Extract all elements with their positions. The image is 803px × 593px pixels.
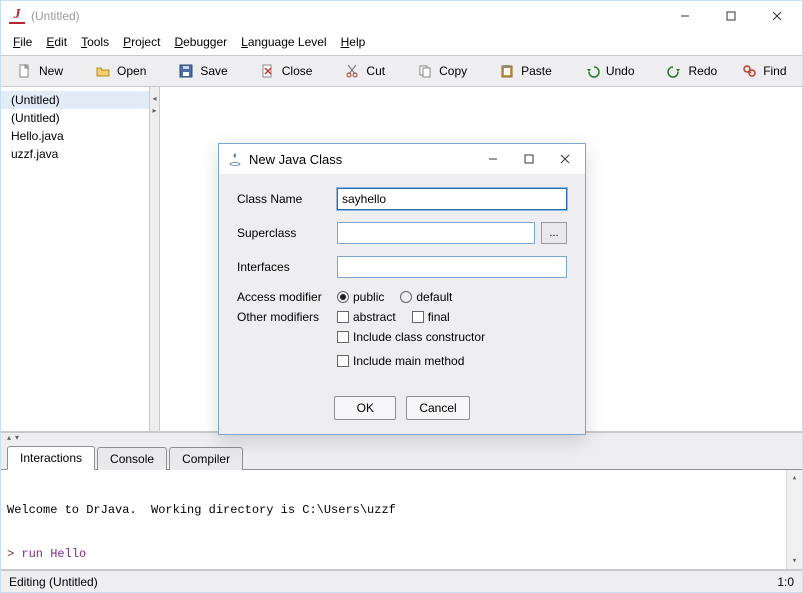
undo-icon	[584, 63, 600, 79]
toolbar-find-button[interactable]: Find	[731, 60, 796, 82]
toolbar-paste-button[interactable]: Paste	[489, 60, 562, 82]
menu-debugger[interactable]: Debugger	[168, 33, 233, 51]
dialog-footer: OK Cancel	[219, 388, 585, 434]
label-class-name: Class Name	[237, 192, 337, 206]
console-line: Welcome to DrJava. Working directory is …	[7, 502, 796, 518]
file-item[interactable]: (Untitled)	[1, 91, 149, 109]
splitter-up-icon: ▴	[7, 434, 11, 442]
toolbar-close-label: Close	[282, 64, 313, 78]
check-abstract[interactable]: abstract	[337, 310, 396, 324]
menu-file[interactable]: File	[7, 33, 38, 51]
menu-help[interactable]: Help	[335, 33, 372, 51]
splitter-left-icon: ◂	[152, 95, 156, 103]
dialog-close-button[interactable]	[547, 145, 583, 173]
dialog-title: New Java Class	[249, 152, 342, 167]
redo-icon	[667, 63, 683, 79]
java-icon	[227, 151, 243, 167]
label-access-modifier: Access modifier	[237, 290, 337, 304]
label-superclass: Superclass	[237, 226, 337, 240]
label-other-modifiers: Other modifiers	[237, 310, 337, 324]
close-file-icon	[260, 63, 276, 79]
statusbar: Editing (Untitled) 1:0	[1, 570, 802, 592]
tab-interactions[interactable]: Interactions	[7, 446, 95, 470]
toolbar-save-button[interactable]: Save	[168, 60, 237, 82]
tabbar: Interactions Console Compiler	[1, 442, 802, 470]
drjava-app-icon: J	[9, 8, 25, 24]
find-icon	[741, 63, 757, 79]
toolbar-undo-label: Undo	[606, 64, 635, 78]
input-interfaces[interactable]	[337, 256, 567, 278]
toolbar-copy-label: Copy	[439, 64, 467, 78]
toolbar-find-label: Find	[763, 64, 786, 78]
check-include-constructor[interactable]: Include class constructor	[337, 330, 485, 344]
vertical-splitter[interactable]: ◂ ▸	[150, 87, 160, 431]
interactions-console[interactable]: Welcome to DrJava. Working directory is …	[1, 470, 802, 570]
new-file-icon	[17, 63, 33, 79]
browse-superclass-button[interactable]: ...	[541, 222, 567, 244]
menu-language-level[interactable]: Language Level	[235, 33, 332, 51]
copy-icon	[417, 63, 433, 79]
open-folder-icon	[95, 63, 111, 79]
new-java-class-dialog: New Java Class Class Name Superclass ...…	[218, 143, 586, 435]
splitter-down-icon: ▾	[15, 434, 19, 442]
window-close-button[interactable]	[754, 1, 800, 31]
check-final[interactable]: final	[412, 310, 450, 324]
toolbar-undo-button[interactable]: Undo	[574, 60, 645, 82]
toolbar-redo-label: Redo	[689, 64, 718, 78]
bottom-panel: ▴ ▾ Interactions Console Compiler Welcom…	[1, 432, 802, 592]
dialog-titlebar: New Java Class	[219, 144, 585, 174]
toolbar-cut-label: Cut	[366, 64, 385, 78]
radio-public[interactable]: public	[337, 290, 384, 304]
input-superclass[interactable]	[337, 222, 535, 244]
toolbar-copy-button[interactable]: Copy	[407, 60, 477, 82]
cut-icon	[344, 63, 360, 79]
dialog-minimize-button[interactable]	[475, 145, 511, 173]
toolbar-cut-button[interactable]: Cut	[334, 60, 395, 82]
paste-icon	[499, 63, 515, 79]
status-cursor-pos: 1:0	[777, 575, 794, 589]
file-item[interactable]: Hello.java	[1, 127, 149, 145]
toolbar-close-button[interactable]: Close	[250, 60, 323, 82]
file-item[interactable]: uzzf.java	[1, 145, 149, 163]
dialog-body: Class Name Superclass ... Interfaces Acc…	[219, 174, 585, 388]
toolbar-save-label: Save	[200, 64, 227, 78]
window-title: (Untitled)	[31, 9, 80, 23]
toolbar-redo-button[interactable]: Redo	[657, 60, 728, 82]
titlebar: J (Untitled)	[1, 1, 802, 31]
menubar: File Edit Tools Project Debugger Languag…	[1, 31, 802, 55]
toolbar-open-button[interactable]: Open	[85, 60, 156, 82]
menu-project[interactable]: Project	[117, 33, 166, 51]
toolbar-new-button[interactable]: New	[7, 60, 73, 82]
toolbar: New Open Save Close Cut Copy Pas	[1, 55, 802, 87]
toolbar-new-label: New	[39, 64, 63, 78]
splitter-right-icon: ▸	[152, 107, 156, 115]
window-maximize-button[interactable]	[708, 1, 754, 31]
scroll-down-icon[interactable]: ▾	[787, 553, 803, 569]
menu-tools[interactable]: Tools	[75, 33, 115, 51]
console-line: > run Hello	[7, 546, 796, 562]
scroll-up-icon[interactable]: ▴	[787, 470, 803, 486]
toolbar-paste-label: Paste	[521, 64, 552, 78]
label-interfaces: Interfaces	[237, 260, 337, 274]
ok-button[interactable]: OK	[334, 396, 396, 420]
status-left: Editing (Untitled)	[9, 575, 98, 589]
toolbar-open-label: Open	[117, 64, 146, 78]
save-icon	[178, 63, 194, 79]
input-class-name[interactable]	[337, 188, 567, 210]
menu-edit[interactable]: Edit	[40, 33, 73, 51]
tab-console[interactable]: Console	[97, 447, 167, 470]
file-sidebar: (Untitled) (Untitled) Hello.java uzzf.ja…	[1, 87, 150, 431]
console-scrollbar[interactable]: ▴ ▾	[786, 470, 802, 569]
cancel-button[interactable]: Cancel	[406, 396, 469, 420]
check-include-main[interactable]: Include main method	[337, 354, 464, 368]
dialog-maximize-button[interactable]	[511, 145, 547, 173]
radio-default[interactable]: default	[400, 290, 452, 304]
tab-compiler[interactable]: Compiler	[169, 447, 243, 470]
window-minimize-button[interactable]	[662, 1, 708, 31]
file-item[interactable]: (Untitled)	[1, 109, 149, 127]
